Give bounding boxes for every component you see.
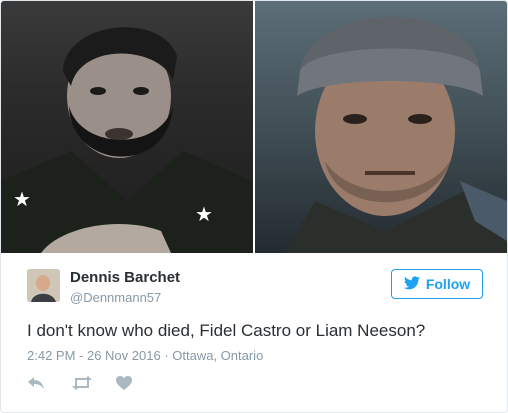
tweet-actions (27, 375, 137, 393)
tweet-timestamp[interactable]: 2:42 PM - 26 Nov 2016 (27, 348, 161, 363)
tweet-location[interactable]: Ottawa, Ontario (172, 348, 263, 363)
portrait-illustration-right (285, 16, 507, 253)
svg-text:★: ★ (195, 204, 213, 226)
heart-icon[interactable] (115, 375, 137, 393)
media-photo-left[interactable]: ★ ★ (1, 1, 253, 253)
portrait-illustration-left: ★ ★ (1, 27, 253, 253)
tweet-text: I don't know who died, Fidel Castro or L… (27, 321, 426, 340)
follow-label: Follow (425, 276, 471, 292)
svg-text:★: ★ (13, 189, 31, 211)
retweet-icon[interactable] (71, 375, 93, 393)
follow-button[interactable]: Follow (391, 269, 483, 299)
reply-icon[interactable] (27, 375, 49, 393)
meta-separator: · (160, 348, 173, 363)
author-handle[interactable]: @Dennmann57 (70, 290, 161, 305)
tweet-media[interactable]: ★ ★ (1, 1, 507, 253)
media-photo-right[interactable] (255, 1, 507, 253)
twitter-bird-icon (403, 275, 420, 293)
tweet-meta: 2:42 PM - 26 Nov 2016 · Ottawa, Ontario (27, 348, 263, 363)
avatar-illustration (27, 269, 60, 302)
tweet-card: ★ ★ Dennis Barchet @Dennmann57 Follow I … (0, 0, 508, 413)
author-name[interactable]: Dennis Barchet (70, 269, 180, 286)
author-avatar[interactable] (27, 269, 60, 302)
